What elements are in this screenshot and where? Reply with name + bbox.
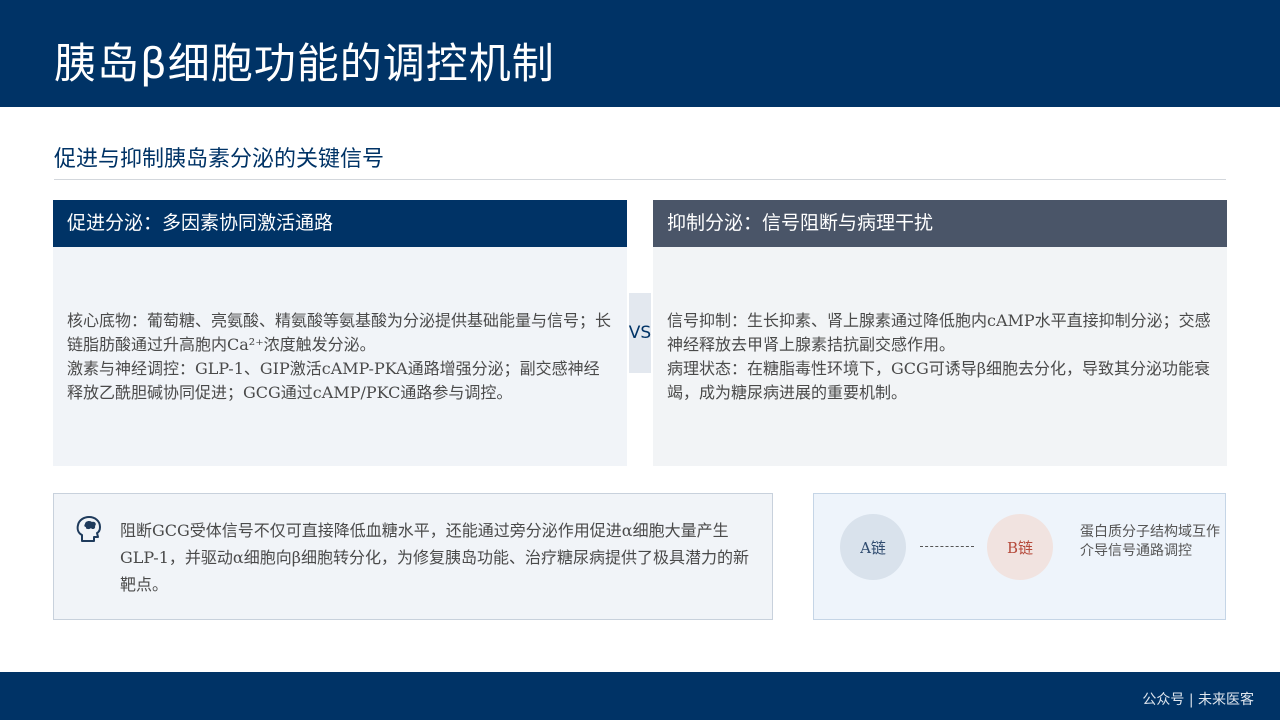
vs-label: VS [629, 293, 651, 373]
promote-paragraph-hormones: 激素与神经调控：GLP-1、GIP激活cAMP-PKA通路增强分泌；副交感神经释… [67, 358, 600, 402]
section-subtitle: 促进与抑制胰岛素分泌的关键信号 [54, 147, 385, 172]
inhibit-paragraph-pathology: 病理状态：在糖脂毒性环境下，GCG可诱导β细胞去分化，导致其分泌功能衰竭，成为糖… [667, 358, 1211, 402]
promote-paragraph-substrates: 核心底物：葡萄糖、亮氨酸、精氨酸等氨基酸为分泌提供基础能量与信号；长链脂肪酸通过… [67, 310, 612, 354]
node-a-chain: A链 [840, 514, 906, 580]
promote-panel-body: 核心底物：葡萄糖、亮氨酸、精氨酸等氨基酸为分泌提供基础能量与信号；长链脂肪酸通过… [53, 247, 627, 466]
footer-bar: 公众号 | 未来医客 [0, 672, 1280, 720]
section-divider [54, 179, 1226, 180]
key-insight-text: 阻断GCG受体信号不仅可直接降低血糖水平，还能通过旁分泌作用促进α细胞大量产生G… [120, 521, 749, 594]
inhibit-paragraph-signals: 信号抑制：生长抑素、肾上腺素通过降低胞内cAMP水平直接抑制分泌；交感神经释放去… [667, 310, 1211, 354]
diagram-caption: 蛋白质分子结构域互作 介导信号通路调控 [1080, 523, 1220, 561]
inhibit-panel-body: 信号抑制：生长抑素、肾上腺素通过降低胞内cAMP水平直接抑制分泌；交感神经释放去… [653, 247, 1227, 466]
page-title: 胰岛β细胞功能的调控机制 [54, 39, 555, 88]
footer-credit: 公众号 | 未来医客 [1142, 692, 1254, 708]
node-b-chain: B链 [987, 514, 1053, 580]
key-insight-note: 阻断GCG受体信号不仅可直接降低血糖水平，还能通过旁分泌作用促进α细胞大量产生G… [53, 493, 773, 620]
inhibit-panel-heading: 抑制分泌：信号阻断与病理干扰 [653, 200, 1227, 247]
diagram-caption-line2: 介导信号通路调控 [1080, 543, 1192, 559]
diagram-caption-line1: 蛋白质分子结构域互作 [1080, 524, 1220, 540]
dashed-connector [920, 546, 974, 547]
header-bar: 胰岛β细胞功能的调控机制 [0, 0, 1280, 107]
promote-panel-heading: 促进分泌：多因素协同激活通路 [53, 200, 627, 247]
brain-head-icon [76, 516, 101, 542]
domain-interaction-diagram: A链 B链 蛋白质分子结构域互作 介导信号通路调控 [813, 493, 1226, 620]
